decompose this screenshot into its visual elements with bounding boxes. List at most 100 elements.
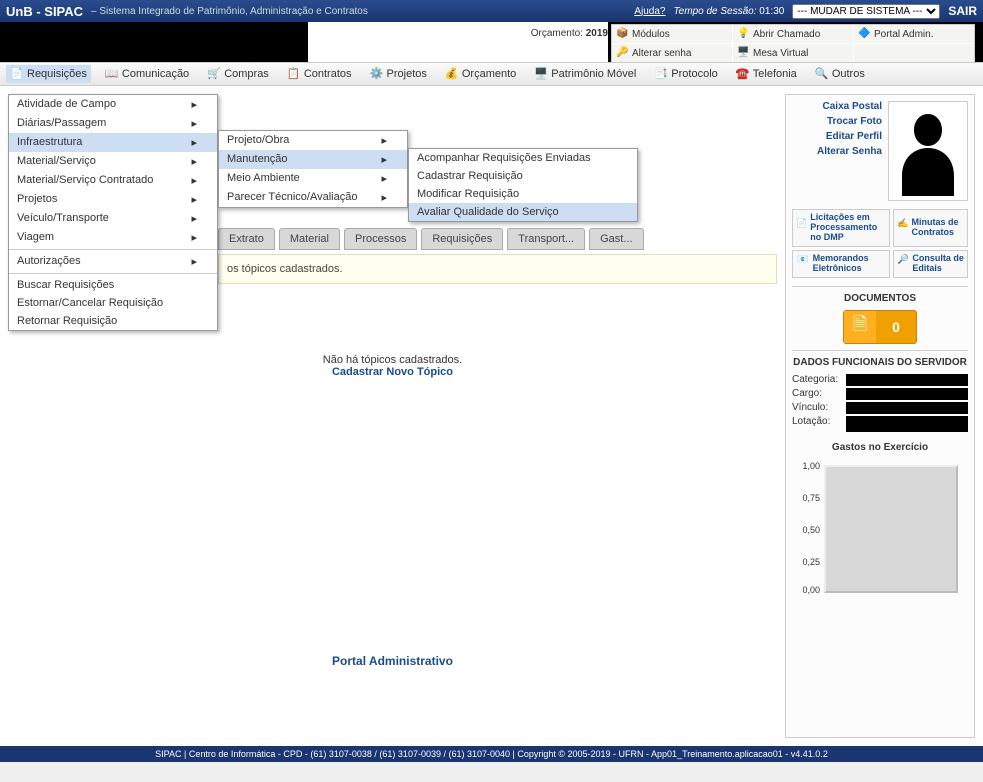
ytick: 1,00 [792,461,820,471]
book-icon: 📖 [105,67,119,81]
avatar [888,101,968,201]
cadastrar-topico-link[interactable]: Cadastrar Novo Tópico [332,366,453,378]
tab-gastos[interactable]: Gast... [589,228,643,250]
dd1-atividade[interactable]: Atividade de Campo▸ [9,95,217,114]
editar-perfil-link[interactable]: Editar Perfil [792,131,882,142]
person-silhouette-icon [893,106,963,196]
ql-modulos[interactable]: 📦Módulos [612,25,732,43]
menu-outros[interactable]: 🔍Outros [811,65,869,83]
doc-icon: 📄 [10,67,24,81]
chevron-right-icon: ▸ [191,231,197,244]
menu-contratos[interactable]: 📋Contratos [283,65,356,83]
tab-material[interactable]: Material [279,228,340,250]
clipboard-icon: 📋 [287,67,301,81]
dd1-diarias[interactable]: Diárias/Passagem▸ [9,114,217,133]
dropdown-infraestrutura: Projeto/Obra▸ Manutenção▸ Meio Ambiente▸… [218,130,408,208]
menu-comunicacao[interactable]: 📖Comunicação [101,65,193,83]
dd3-acompanhar[interactable]: Acompanhar Requisições Enviadas [409,149,637,167]
menubar: 📄Requisições 📖Comunicação 🛒Compras 📋Cont… [0,62,983,86]
dd2-meio-ambiente[interactable]: Meio Ambiente▸ [219,169,407,188]
doc-count: 0 [876,319,916,335]
cargo-value [846,388,968,400]
dd1-material-contratado[interactable]: Material/Serviço Contratado▸ [9,171,217,190]
menu-requisicoes[interactable]: 📄Requisições [6,65,91,83]
dd1-estornar[interactable]: Estornar/Cancelar Requisição [9,294,217,312]
dd1-viagem[interactable]: Viagem▸ [9,228,217,247]
ytick: 0,00 [792,585,820,595]
menu-telefonia[interactable]: ☎️Telefonia [732,65,801,83]
protocol-icon: 📑 [654,67,668,81]
dd2-parecer[interactable]: Parecer Técnico/Avaliação▸ [219,188,407,207]
dropdown-requisicoes: Atividade de Campo▸ Diárias/Passagem▸ In… [8,94,218,331]
dropdown-manutencao: Acompanhar Requisições Enviadas Cadastra… [408,148,638,222]
chevron-right-icon: ▸ [191,136,197,149]
tab-extrato[interactable]: Extrato [218,228,275,250]
dd1-projetos[interactable]: Projetos▸ [9,190,217,209]
lotacao-value [846,416,968,432]
chevron-right-icon: ▸ [191,174,197,187]
dd1-infraestrutura[interactable]: Infraestrutura▸ [9,133,217,152]
menu-projetos[interactable]: ⚙️Projetos [366,65,431,83]
phone-icon: ☎️ [736,67,750,81]
tab-processos[interactable]: Processos [344,228,417,250]
dd1-veiculo[interactable]: Veículo/Transporte▸ [9,209,217,228]
dd1-material[interactable]: Material/Serviço▸ [9,152,217,171]
money-icon: 💰 [445,67,459,81]
desk-icon: 🖥️ [737,47,749,59]
alterar-senha-link[interactable]: Alterar Senha [792,146,882,157]
btn-licitacoes[interactable]: 📄Licitações em Processamento no DMP [792,209,890,247]
help-link[interactable]: Ajuda? [634,6,665,17]
menu-compras[interactable]: 🛒Compras [203,65,273,83]
btn-minutas[interactable]: ✍️Minutas de Contratos [893,209,968,247]
footer: SIPAC | Centro de Informática - CPD - (6… [0,746,983,762]
search-icon: 🔍 [815,67,829,81]
chevron-right-icon: ▸ [381,191,387,204]
tab-transporte[interactable]: Transport... [507,228,585,250]
dd1-autorizacoes[interactable]: Autorizações▸ [9,252,217,271]
chevron-right-icon: ▸ [191,98,197,111]
caixa-postal-link[interactable]: Caixa Postal [792,101,882,112]
dd1-buscar[interactable]: Buscar Requisições [9,276,217,294]
session-label: Tempo de Sessão: 01:30 [673,6,784,17]
doc-badge[interactable]: 🗎 0 [792,310,968,344]
dd1-retornar[interactable]: Retornar Requisição [9,312,217,330]
ql-alterar-senha[interactable]: 🔑Alterar senha [612,44,732,62]
trocar-foto-link[interactable]: Trocar Foto [792,116,882,127]
chevron-right-icon: ▸ [191,155,197,168]
menu-patrimonio[interactable]: 🖥️Patrimônio Móvel [530,65,640,83]
menu-protocolo[interactable]: 📑Protocolo [650,65,721,83]
btn-editais[interactable]: 🔎Consulta de Editais [893,250,968,278]
quick-links: 📦Módulos 💡Abrir Chamado 🔷Portal Admin. 🔑… [611,24,975,63]
monitor-icon: 🖥️ [534,67,548,81]
chart-plot-area [824,465,958,593]
ql-portal-admin[interactable]: 🔷Portal Admin. [854,25,974,43]
sidebar: Caixa Postal Trocar Foto Editar Perfil A… [785,94,975,738]
chevron-right-icon: ▸ [381,153,387,166]
btn-memorandos[interactable]: 📧Memorandos Eletrônicos [792,250,890,278]
gear-icon: ⚙️ [370,67,384,81]
chevron-right-icon: ▸ [191,255,197,268]
chevron-right-icon: ▸ [381,134,387,147]
gastos-chart: Gastos no Exercício 1,00 0,75 0,50 0,25 … [792,442,968,599]
doc-icon: 🗎 [844,311,876,343]
key-icon: 🔑 [616,47,628,59]
dd2-manutencao[interactable]: Manutenção▸ [219,150,407,169]
cart-icon: 🛒 [207,67,221,81]
ytick: 0,50 [792,525,820,535]
system-switch-select[interactable]: --- MUDAR DE SISTEMA --- [792,4,940,19]
dd3-cadastrar[interactable]: Cadastrar Requisição [409,167,637,185]
exit-button[interactable]: SAIR [948,4,977,18]
tab-requisicoes[interactable]: Requisições [421,228,503,250]
dd2-projeto-obra[interactable]: Projeto/Obra▸ [219,131,407,150]
center-message: Não há tópicos cadastrados. Cadastrar No… [8,354,777,378]
documentos-title: DOCUMENTOS [792,293,968,304]
portal-admin-label: Portal Administrativo [8,654,777,668]
ql-mesa-virtual[interactable]: 🖥️Mesa Virtual [733,44,853,62]
dd3-modificar[interactable]: Modificar Requisição [409,185,637,203]
app-subtitle: – Sistema Integrado de Patrimônio, Admin… [91,6,368,17]
orcamento-label: Orçamento: 2019 [531,28,608,39]
dd3-avaliar[interactable]: Avaliar Qualidade do Serviço [409,203,637,221]
menu-orcamento[interactable]: 💰Orçamento [441,65,520,83]
ql-abrir-chamado[interactable]: 💡Abrir Chamado [733,25,853,43]
ytick: 0,25 [792,557,820,567]
